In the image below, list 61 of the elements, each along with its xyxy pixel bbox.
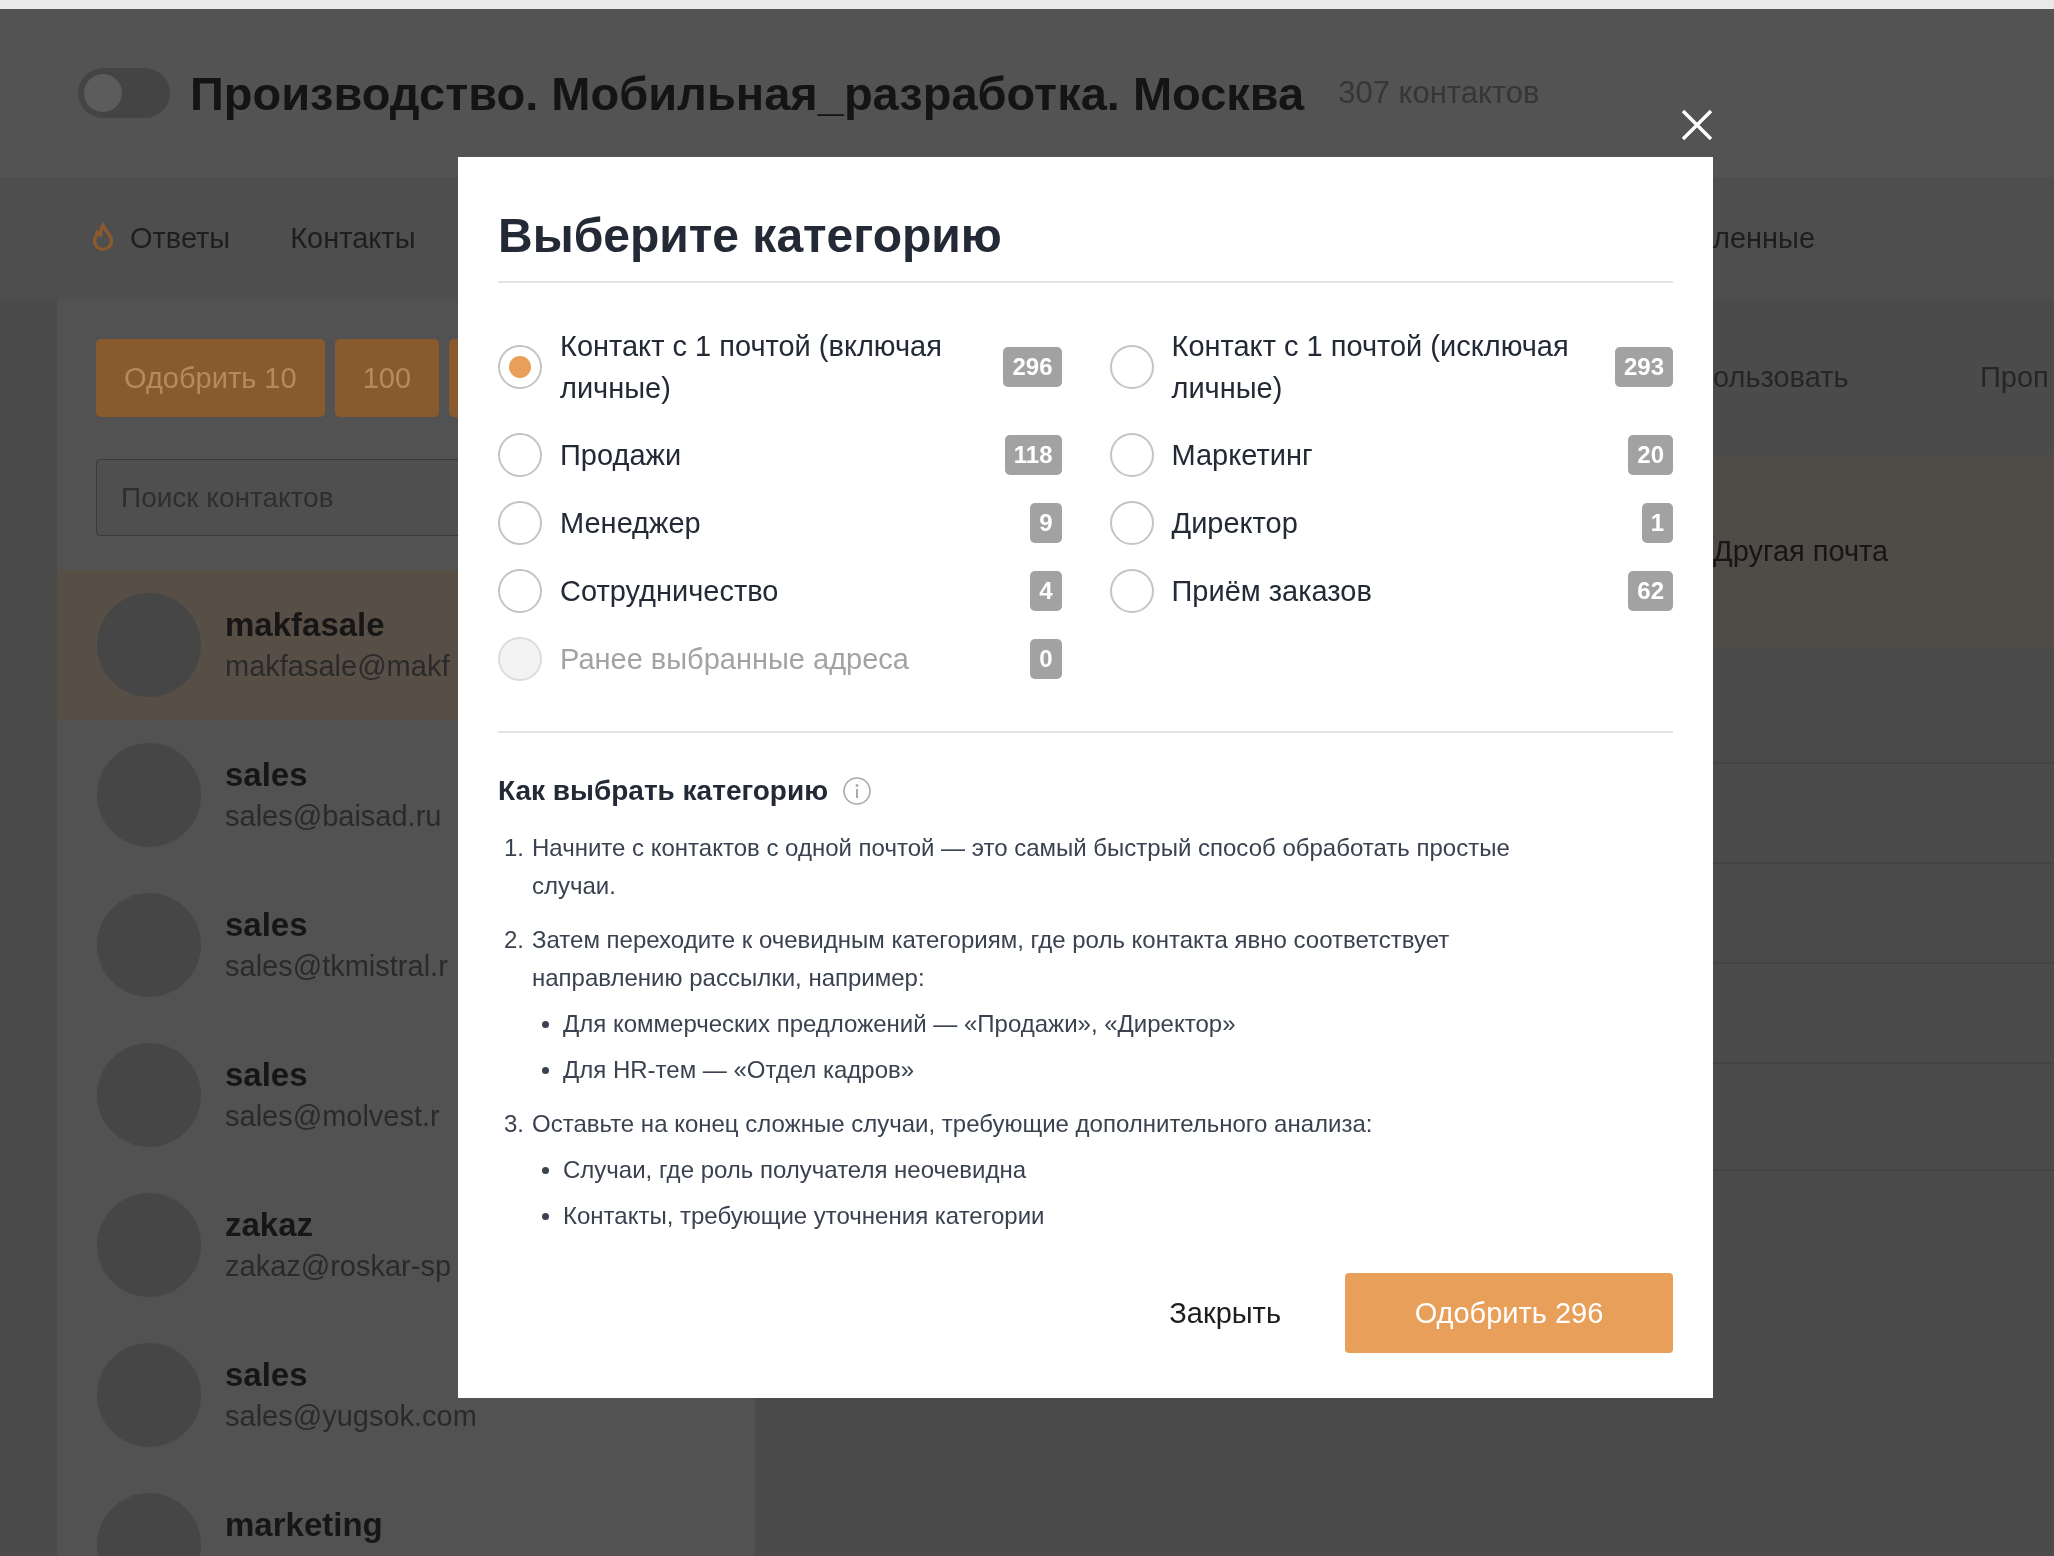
step-number: 1. (504, 833, 524, 863)
count-badge: 293 (1614, 347, 1673, 387)
step-number: 3. (504, 1109, 524, 1139)
bullet-text: Случаи, где роль получателя неочевидна (563, 1155, 1027, 1185)
radio-button[interactable] (498, 569, 542, 613)
count-badge: 0 (1030, 639, 1062, 679)
close-button[interactable]: Закрыть (1169, 1296, 1281, 1330)
category-option[interactable]: Контакт с 1 почтой (включая личные) 296 (498, 325, 1062, 409)
contact-name: sales (225, 1356, 309, 1394)
step-text: Затем переходите к очевидным категориям, где роль контакта явно соответствует направлению рассылки, например: (532, 925, 1451, 993)
radio-button[interactable] (498, 433, 542, 477)
contact-name: marketing (225, 1506, 383, 1544)
contact-name: makfasale (225, 606, 386, 644)
bullet-icon (542, 1066, 549, 1074)
step-number: 2. (504, 925, 524, 955)
radio-button[interactable] (1109, 433, 1154, 477)
contact-name: zakaz (225, 1206, 315, 1244)
category-option[interactable]: Маркетинг 20 (1109, 433, 1673, 477)
info-icon[interactable] (842, 776, 873, 806)
count-badge: 9 (1030, 503, 1062, 543)
category-label: Приём заказов (1171, 574, 1373, 609)
step-text: Начните с контактов с одной почтой — это самый быстрый способ обработать простые случаи. (532, 833, 1511, 901)
page-title: Производство. Мобильная_разработка. Москва (190, 65, 1305, 121)
category-option[interactable]: Директор 1 (1109, 501, 1673, 545)
close-icon[interactable] (1680, 108, 1714, 142)
category-label: Контакт с 1 почтой (включая личные) (560, 329, 943, 406)
count-badge: 296 (1003, 347, 1062, 387)
category-option[interactable]: Сотрудничество 4 (498, 569, 1062, 613)
category-option[interactable]: Менеджер 9 (498, 501, 1062, 545)
radio-button[interactable] (1109, 569, 1154, 613)
radio-button[interactable] (498, 501, 542, 545)
toggle-switch[interactable] (78, 68, 170, 118)
bullet-text: Для HR-тем — «Отдел кадров» (563, 1055, 915, 1085)
contact-name: sales (225, 906, 309, 944)
approve-button[interactable]: Одобрить 296 (1345, 1273, 1673, 1353)
contact-row[interactable]: marketing (57, 1470, 755, 1556)
row-label: Другая почта (1713, 535, 1889, 568)
category-label: Директор (1171, 506, 1299, 541)
modal-title: Выберите категорию (498, 207, 1003, 264)
bullet-text: Для коммерческих предложений — «Продажи», «Директор» (563, 1009, 1236, 1039)
bullet-text: Контакты, требующие уточнения категории (563, 1201, 1045, 1231)
radio-button[interactable] (498, 345, 542, 389)
contact-name: sales (225, 1056, 309, 1094)
category-option[interactable]: Приём заказов 62 (1109, 569, 1673, 613)
bullet-icon (542, 1166, 549, 1174)
bullet-icon (542, 1020, 549, 1028)
count-badge: 118 (1004, 435, 1062, 475)
category-label: Маркетинг (1171, 438, 1314, 473)
category-option[interactable]: Продажи 118 (498, 433, 1062, 477)
count-badge: 1 (1641, 503, 1673, 543)
contact-name: sales (225, 756, 309, 794)
count-badge: 4 (1030, 571, 1062, 611)
category-label: Контакт с 1 почтой (исключая личные) (1171, 329, 1570, 406)
step-text: Оставьте на конец сложные случаи, требующие дополнительного анализа: (532, 1109, 1373, 1139)
count-badge: 20 (1628, 435, 1673, 475)
bullet-icon (542, 1212, 549, 1220)
radio-button[interactable] (1109, 345, 1154, 389)
radio-button[interactable] (1109, 501, 1154, 545)
help-title: Как выбрать категорию (498, 775, 829, 807)
category-option[interactable]: Контакт с 1 почтой (исключая личные) 293 (1109, 325, 1673, 409)
count-badge: 62 (1628, 571, 1673, 611)
